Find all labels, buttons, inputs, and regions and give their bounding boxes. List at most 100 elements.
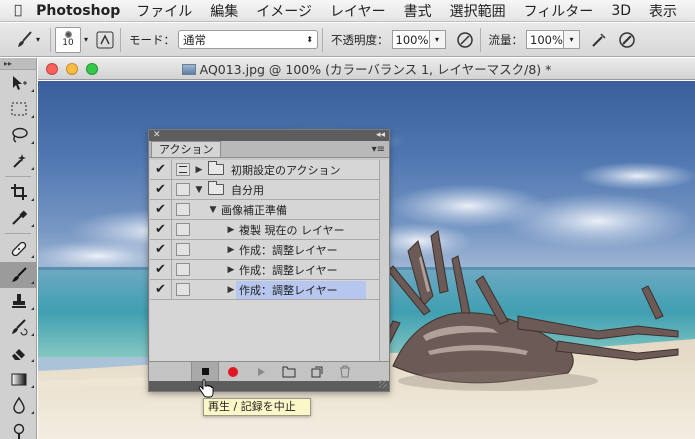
blur-tool-icon[interactable] <box>0 392 37 418</box>
toggle-item-checkmark-icon[interactable]: ✔ <box>150 239 172 260</box>
tools-separator <box>5 233 31 234</box>
action-step-label: 作成：調整レイヤー <box>239 263 338 277</box>
toggle-item-checkmark-icon[interactable]: ✔ <box>150 159 172 180</box>
toggle-item-checkmark-icon[interactable]: ✔ <box>150 259 172 280</box>
crop-tool-icon[interactable] <box>0 179 37 205</box>
toggle-dialog-icon[interactable] <box>176 163 190 176</box>
healing-brush-tool-icon[interactable] <box>0 236 37 262</box>
mode-label: モード： <box>129 32 176 47</box>
tool-preset-brush-icon[interactable] <box>14 29 36 51</box>
toggle-item-checkmark-icon[interactable]: ✔ <box>150 279 172 300</box>
flow-label: 流量： <box>488 32 524 47</box>
expand-triangle-icon[interactable]: ▶ <box>226 285 236 295</box>
brush-tip-icon <box>64 31 72 38</box>
menu-select[interactable]: 選択範囲 <box>450 1 506 21</box>
gradient-tool-icon[interactable] <box>0 366 37 392</box>
toggle-dialog-icon[interactable] <box>176 243 190 256</box>
flow-dropdown-icon[interactable]: ▾ <box>564 30 581 49</box>
new-action-button[interactable] <box>303 362 331 382</box>
action-row[interactable]: ✔ ▶ 初期設定のアクション <box>150 159 388 180</box>
expand-triangle-icon[interactable]: ▶ <box>226 245 236 255</box>
panel-collapse-icon[interactable]: ◂◂ <box>376 131 385 140</box>
new-set-button[interactable] <box>275 362 303 382</box>
airbrush-icon[interactable] <box>588 29 610 51</box>
expand-triangle-icon[interactable]: ▶ <box>194 165 204 175</box>
menu-layer[interactable]: レイヤー <box>330 1 386 21</box>
marquee-tool-icon[interactable] <box>0 96 37 122</box>
eraser-tool-icon[interactable] <box>0 340 37 366</box>
toggle-item-checkmark-icon[interactable]: ✔ <box>150 219 172 240</box>
delete-button[interactable] <box>331 362 359 382</box>
brush-preset-dropdown-icon[interactable]: ▾ <box>84 35 88 44</box>
flow-field[interactable]: 100% <box>526 30 565 49</box>
action-row[interactable]: ✔ ▶ 作成：調整レイヤー <box>150 259 388 280</box>
tools-separator <box>5 176 31 177</box>
trash-icon <box>340 365 350 378</box>
actions-list-scrollbar[interactable] <box>379 160 389 366</box>
opacity-field[interactable]: 100% <box>391 30 430 49</box>
quick-selection-tool-icon[interactable] <box>0 148 37 174</box>
document-title-bar[interactable]: AQ013.jpg @ 100% (カラーバランス 1, レイヤーマスク/8) … <box>38 58 695 80</box>
play-button[interactable] <box>247 362 275 382</box>
menu-file[interactable]: ファイル <box>136 1 192 21</box>
clone-stamp-tool-icon[interactable] <box>0 288 37 314</box>
collapse-triangle-icon[interactable]: ▼ <box>208 205 218 215</box>
options-separator <box>50 27 52 52</box>
tab-actions[interactable]: アクション <box>151 141 222 157</box>
menu-3d[interactable]: 3D <box>611 3 631 19</box>
menu-edit[interactable]: 編集 <box>210 1 238 21</box>
toggle-dialog-icon[interactable] <box>176 203 190 216</box>
history-brush-tool-icon[interactable] <box>0 314 37 340</box>
expand-triangle-icon[interactable]: ▶ <box>226 265 236 275</box>
toggle-dialog-icon[interactable] <box>176 263 190 276</box>
actions-panel: ✕ ◂◂ アクション ▾≡ ✔ ▶ 初期設定のアクション ✔ ▼ 自分用 ✔ ▼… <box>148 129 390 392</box>
actions-list: ✔ ▶ 初期設定のアクション ✔ ▼ 自分用 ✔ ▼ 画像補正準備 ✔ ▶ 複製… <box>150 159 388 366</box>
select-arrows-icon: ⬍ <box>306 35 314 44</box>
pressure-opacity-icon[interactable] <box>454 29 476 51</box>
eyedropper-tool-icon[interactable] <box>0 205 37 231</box>
lasso-tool-icon[interactable] <box>0 122 37 148</box>
panel-tab-strip: アクション ▾≡ <box>149 141 389 158</box>
menu-view[interactable]: 表示 <box>649 1 677 21</box>
menu-filter[interactable]: フィルター <box>524 1 594 21</box>
toggle-dialog-icon[interactable] <box>176 223 190 236</box>
options-separator <box>322 27 324 52</box>
action-row[interactable]: ✔ ▼ 画像補正準備 <box>150 199 388 220</box>
pressure-size-icon[interactable] <box>616 29 638 51</box>
menu-app-name[interactable]: Photoshop <box>36 3 120 19</box>
panel-resize-grip-icon[interactable] <box>379 380 387 388</box>
record-button[interactable] <box>219 362 247 382</box>
brush-preset-picker[interactable]: 10 <box>55 26 82 53</box>
menu-image[interactable]: イメージ <box>256 1 312 21</box>
blend-mode-value: 通常 <box>183 32 207 47</box>
action-row[interactable]: ✔ ▼ 自分用 <box>150 179 388 200</box>
options-separator <box>120 27 122 52</box>
apple-icon[interactable]:  <box>14 3 22 18</box>
action-row-selected[interactable]: ✔ ▶ 作成：調整レイヤー <box>150 279 388 300</box>
toggle-item-checkmark-icon[interactable]: ✔ <box>150 199 172 220</box>
move-tool-icon[interactable] <box>0 70 37 96</box>
panel-menu-icon[interactable]: ▾≡ <box>372 144 385 155</box>
dodge-tool-icon[interactable] <box>0 418 37 439</box>
menu-type[interactable]: 書式 <box>404 1 432 21</box>
toggle-dialog-icon[interactable] <box>176 183 190 196</box>
brush-panel-toggle-icon[interactable] <box>94 29 116 51</box>
panel-header-bar[interactable]: ✕ ◂◂ <box>149 130 389 141</box>
brush-size-value: 10 <box>62 38 74 48</box>
opacity-label: 不透明度： <box>331 32 389 47</box>
panel-close-icon[interactable]: ✕ <box>153 131 161 140</box>
action-row[interactable]: ✔ ▶ 複製 現在の レイヤー <box>150 219 388 240</box>
tools-panel-grip[interactable]: ▸▸ <box>0 58 36 70</box>
blend-mode-select[interactable]: 通常 ⬍ <box>178 30 319 49</box>
action-set-folder-icon <box>208 181 224 195</box>
brush-tool-icon[interactable] <box>0 262 37 288</box>
action-row[interactable]: ✔ ▶ 作成：調整レイヤー <box>150 239 388 260</box>
toggle-dialog-icon[interactable] <box>176 283 190 296</box>
expand-triangle-icon[interactable]: ▶ <box>226 225 236 235</box>
toggle-item-checkmark-icon[interactable]: ✔ <box>150 179 172 200</box>
collapse-triangle-icon[interactable]: ▼ <box>194 185 204 195</box>
tool-preset-dropdown-icon[interactable]: ▾ <box>36 35 40 44</box>
tools-panel: ▸▸ <box>0 58 37 439</box>
play-icon <box>258 367 265 376</box>
opacity-dropdown-icon[interactable]: ▾ <box>429 30 446 49</box>
